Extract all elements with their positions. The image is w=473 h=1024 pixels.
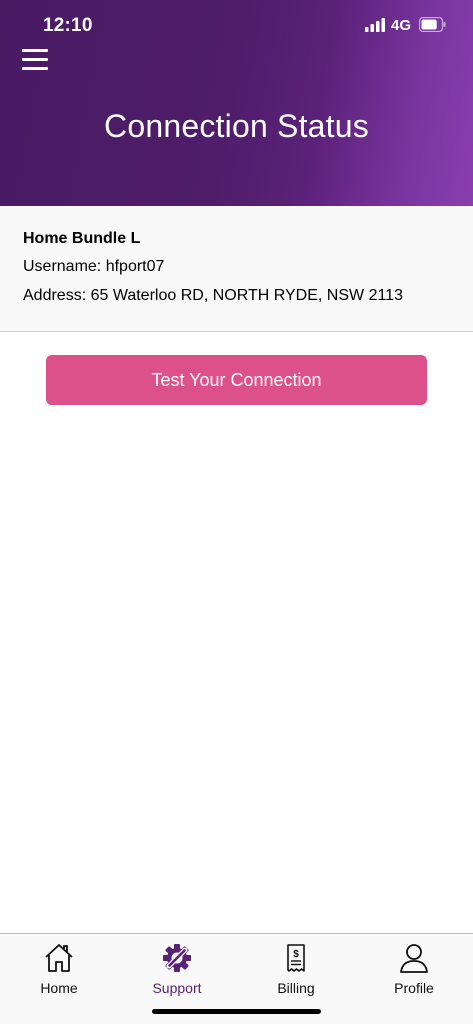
home-indicator <box>152 1009 321 1014</box>
account-info-panel: Home Bundle L Username: hfport07 Address… <box>0 206 473 332</box>
tab-billing[interactable]: $ Billing <box>237 942 355 1008</box>
username-text: Username: hfport07 <box>23 258 165 275</box>
page-title: Connection Status <box>104 108 369 144</box>
tab-profile[interactable]: Profile <box>355 942 473 1008</box>
address-text: Address: 65 Waterloo RD, NORTH RYDE, NSW… <box>23 287 403 304</box>
tab-support[interactable]: Support <box>118 942 236 1008</box>
hamburger-menu-icon[interactable] <box>22 49 49 70</box>
header: 12:10 4G Connection Status <box>0 0 473 206</box>
connection-status-screen: 12:10 4G Connection Status Home Bundle L… <box>0 0 473 1024</box>
tab-home[interactable]: Home <box>0 942 118 1008</box>
test-connection-button[interactable]: Test Your Connection <box>46 355 427 405</box>
house-icon <box>45 944 73 972</box>
status-bar: 12:10 4G <box>0 0 473 50</box>
tab-home-label: Home <box>40 980 78 996</box>
tab-support-label: Support <box>152 980 202 996</box>
receipt-icon: $ <box>287 944 305 972</box>
network-type: 4G <box>391 17 412 34</box>
signal-bars-icon <box>365 18 385 32</box>
tab-billing-label: Billing <box>277 980 315 996</box>
plan-name: Home Bundle L <box>23 230 141 247</box>
status-time: 12:10 <box>43 15 93 36</box>
battery-icon <box>419 17 446 32</box>
person-icon <box>400 944 428 973</box>
tab-profile-label: Profile <box>394 980 434 996</box>
svg-text:$: $ <box>293 949 299 960</box>
gear-wrench-icon <box>163 944 191 972</box>
